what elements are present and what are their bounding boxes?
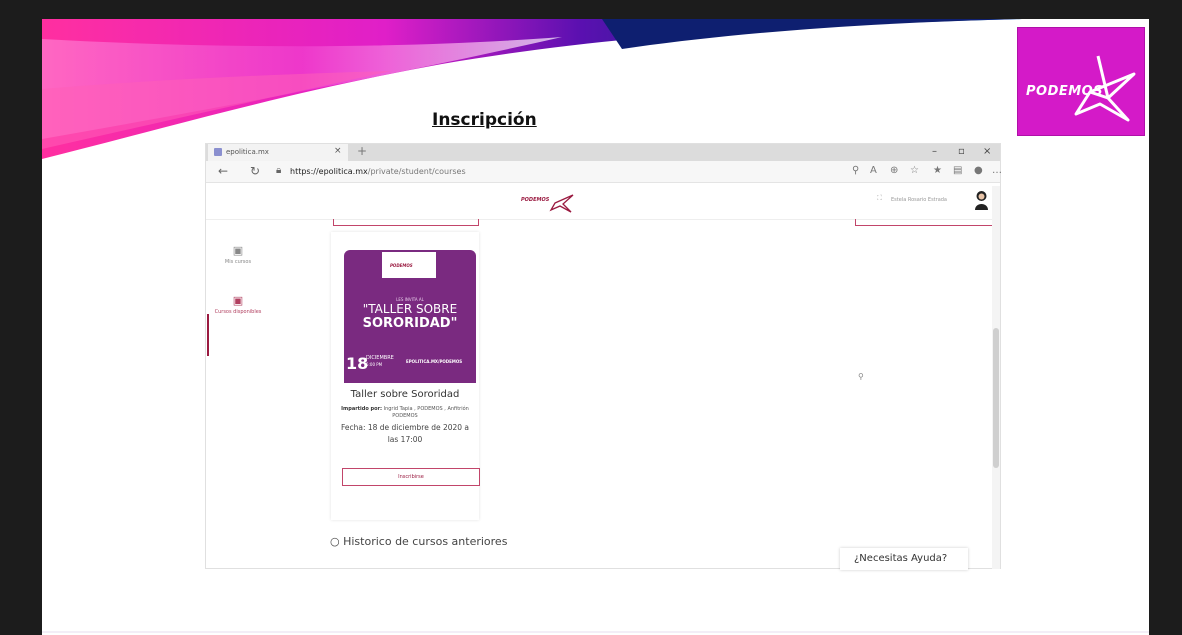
instructor-value: Ingrid Tapia , PODEMOS , Anfitrión PODEM… [383,406,469,419]
browser-window: epolitica.mx × + – ▫ × ← ↻ 🔒︎ https://ep… [205,143,1002,570]
enroll-button[interactable]: Inscribirse [342,468,480,486]
left-frame-bar [0,0,42,635]
poster-day: 18 [346,354,369,373]
course-poster[interactable]: PODEMOS LES INVITA AL "TALLER SOBRE SORO… [344,250,476,383]
zoom-icon[interactable]: ⊕ [890,165,898,176]
poster-logo-text: PODEMOS [390,263,413,268]
history-toggle[interactable]: ○ Historico de cursos anteriores [330,535,507,548]
address-bar-row: ← ↻ 🔒︎ https://epolitica.mx/private/stud… [206,161,1002,183]
active-indicator [207,314,209,356]
right-frame-bar [1149,0,1182,635]
podemos-logo-text: PODEMOS [1026,84,1104,99]
sidebar-item-cursos-disponibles[interactable]: ▣ Cursos disponibles [208,294,268,315]
poster-line1: "TALLER SOBRE [362,302,458,316]
refresh-icon[interactable]: ↻ [250,164,260,178]
new-tab-button[interactable]: + [357,144,367,158]
top-frame-bar [42,0,1149,19]
site-logo[interactable]: PODEMOS [521,191,581,213]
url-host: https://epolitica.mx [290,167,368,176]
url-field[interactable]: https://epolitica.mx/private/student/cou… [290,167,466,176]
history-label: Historico de cursos anteriores [343,535,508,548]
browser-tab[interactable]: epolitica.mx × [208,144,348,161]
search-icon[interactable]: ⚲ [852,165,859,176]
previous-card-button-edge[interactable] [333,219,479,226]
collections-icon[interactable]: ▤ [953,165,962,176]
slide-heading: Inscripción [432,110,537,130]
tab-title: epolitica.mx [226,148,269,156]
lock-icon: 🔒︎ [276,165,282,176]
presentation-slide: PODEMOS Inscripción epolitica.mx × + – ▫… [42,19,1149,635]
close-window-button[interactable]: × [983,146,991,157]
sidebar-item-label: Mis cursos [224,259,252,265]
help-button[interactable]: ¿Necesitas Ayuda? [840,548,968,570]
site-header: PODEMOS ⛶ Estela Rosario Estrada [206,183,1000,220]
avatar[interactable] [975,190,988,210]
site-star-icon [549,194,574,213]
maximize-button[interactable]: ▫ [958,146,965,157]
magnifier-icon[interactable]: ⚲ [858,372,864,381]
site-logo-text: PODEMOS [521,197,550,203]
instructor-label: Impartido por: [341,406,382,412]
sidebar-item-mis-cursos[interactable]: ▣ Mis cursos [208,244,268,265]
tab-close-icon[interactable]: × [334,146,342,156]
scrollbar[interactable] [992,186,1000,569]
previous-card-button-edge[interactable] [855,219,997,226]
scrollbar-thumb[interactable] [993,328,999,468]
fullscreen-icon[interactable]: ⛶ [877,194,882,203]
poster-time: 5:00 PM [366,362,383,367]
profile-icon[interactable]: ● [974,165,983,176]
slide-bottom-line [42,631,1149,633]
minimize-button[interactable]: – [932,146,937,157]
poster-month: DICIEMBRE [366,355,394,361]
reader-icon[interactable]: A [870,165,877,176]
course-instructor: Impartido por: Ingrid Tapia , PODEMOS , … [338,406,472,420]
url-path: /private/student/courses [367,167,466,176]
poster-web: EPOLITICA.MX/PODEMOS [406,359,463,364]
monitor-icon: ▣ [232,244,244,257]
favicon-icon [214,148,222,156]
sidebar-item-label: Cursos disponibles [214,309,262,315]
favorite-star-icon[interactable]: ☆ [910,165,919,176]
back-arrow-icon[interactable]: ← [218,164,228,178]
circle-icon: ○ [330,535,340,548]
podemos-logo-box: PODEMOS [1017,27,1145,136]
user-name[interactable]: Estela Rosario Estrada [891,197,947,203]
course-title[interactable]: Taller sobre Sororidad [331,389,479,400]
poster-logo: PODEMOS [382,252,436,278]
favorites-icon[interactable]: ★ [933,165,942,176]
monitor-icon: ▣ [232,294,244,307]
tab-bar: epolitica.mx × + – ▫ × [206,144,1000,161]
poster-line2: SORORIDAD" [362,316,458,331]
more-icon[interactable]: … [992,165,1002,176]
course-date: Fecha: 18 de diciembre de 2020 a las 17:… [340,423,470,444]
